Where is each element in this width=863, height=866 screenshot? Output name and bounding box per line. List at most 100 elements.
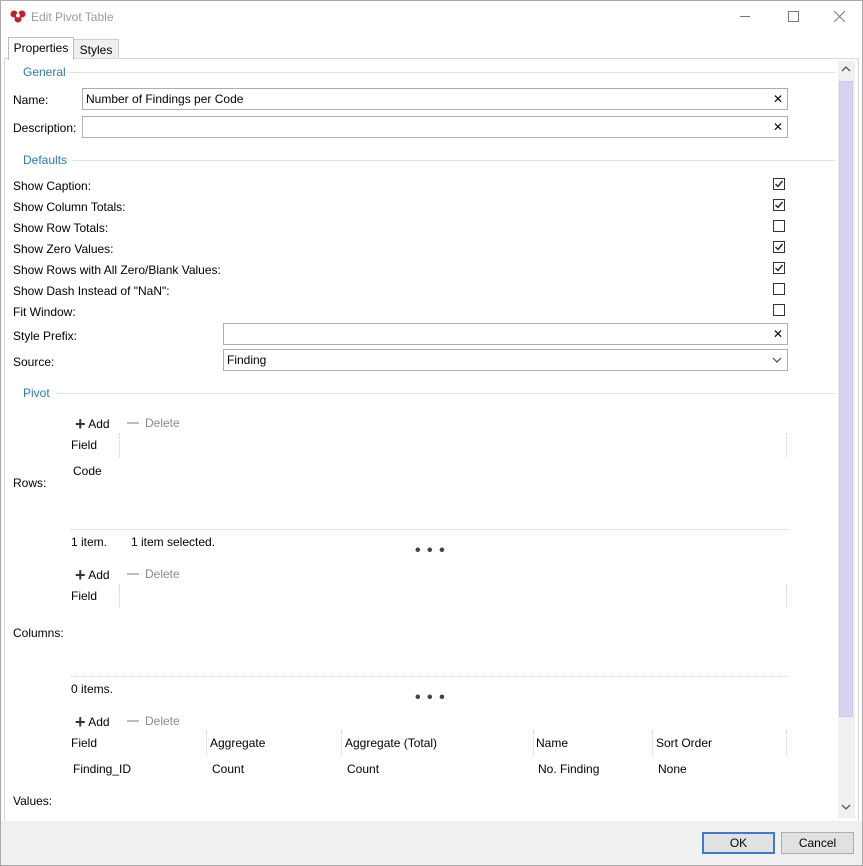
columns-more-icon[interactable]: • • • [415, 689, 446, 707]
values-add-button[interactable]: + Add [75, 712, 110, 733]
values-label: Values: [13, 794, 53, 808]
maximize-icon [787, 11, 799, 22]
rows-item-code[interactable]: Code [73, 464, 102, 478]
close-icon [833, 11, 845, 22]
dialog-window: Edit Pivot Table Properties Styles Gener… [0, 0, 863, 866]
values-header-separator [341, 731, 342, 755]
columns-header-separator [119, 584, 120, 608]
name-label: Name: [13, 93, 49, 107]
description-label: Description: [13, 121, 77, 135]
source-label: Source: [13, 355, 55, 369]
name-input[interactable]: Number of Findings per Code ✕ [82, 88, 788, 110]
show-column-totals-checkbox[interactable] [773, 199, 785, 211]
rows-delete-label: Delete [145, 416, 180, 430]
columns-label: Columns: [13, 626, 64, 640]
minus-icon [127, 720, 139, 722]
show-dash-nan-label: Show Dash Instead of "NaN": [13, 284, 170, 298]
rows-status-selected: 1 item selected. [131, 535, 216, 549]
values-header-aggregate-total: Aggregate (Total) [345, 736, 438, 750]
check-icon [775, 264, 784, 272]
fit-window-checkbox[interactable] [773, 304, 785, 316]
values-add-label: Add [88, 715, 110, 729]
scrollbar-thumb[interactable] [839, 81, 853, 717]
show-dash-nan-checkbox[interactable] [773, 283, 785, 295]
general-section-title: General [23, 65, 66, 79]
close-button[interactable] [816, 1, 862, 32]
show-rows-all-zero-checkbox[interactable] [773, 262, 785, 274]
description-input[interactable]: ✕ [82, 116, 788, 138]
defaults-section-title: Defaults [23, 153, 68, 167]
values-cell-aggregate-total: Count [347, 762, 380, 776]
rows-add-label: Add [88, 417, 110, 431]
title-bar[interactable]: Edit Pivot Table [1, 1, 862, 32]
name-input-value: Number of Findings per Code [86, 92, 244, 106]
columns-add-button[interactable]: + Add [75, 565, 110, 586]
tab-styles[interactable]: Styles [73, 39, 119, 60]
ok-button[interactable]: OK [702, 832, 775, 854]
ok-button-label: OK [729, 836, 748, 850]
rows-delete-button[interactable]: Delete [127, 416, 180, 430]
description-clear-icon[interactable]: ✕ [773, 117, 783, 137]
tab-styles-label: Styles [79, 43, 113, 57]
name-clear-icon[interactable]: ✕ [773, 89, 783, 109]
cancel-button-label: Cancel [798, 836, 837, 850]
properties-panel [4, 58, 859, 822]
minimize-button[interactable] [722, 1, 768, 32]
values-header-sort-order: Sort Order [656, 736, 713, 750]
rows-status-count: 1 item. [71, 535, 108, 549]
tab-properties-label: Properties [13, 41, 69, 55]
plus-icon: + [75, 414, 86, 434]
show-rows-all-zero-label: Show Rows with All Zero/Blank Values: [13, 263, 221, 277]
general-divider [69, 72, 835, 73]
check-icon [775, 243, 784, 251]
values-delete-button[interactable]: Delete [127, 714, 180, 728]
fit-window-label: Fit Window: [13, 305, 76, 319]
rows-header-end [786, 433, 787, 457]
rows-header-separator [119, 433, 120, 457]
rows-list-bottom [71, 529, 787, 530]
pivot-divider [57, 393, 835, 394]
columns-status-count: 0 items. [71, 682, 114, 696]
minimize-icon [740, 16, 750, 17]
style-prefix-clear-icon[interactable]: ✕ [773, 324, 783, 344]
pivot-section-title: Pivot [23, 386, 50, 400]
values-header-name: Name [536, 736, 569, 750]
check-icon [775, 180, 784, 188]
source-select[interactable]: Finding [223, 349, 788, 371]
show-row-totals-checkbox[interactable] [773, 220, 785, 232]
columns-field-header: Field [71, 589, 98, 603]
show-zero-values-checkbox[interactable] [773, 241, 785, 253]
style-prefix-input[interactable]: ✕ [223, 323, 788, 345]
values-cell-field: Finding_ID [73, 762, 132, 776]
columns-add-label: Add [88, 568, 110, 582]
values-cell-sort-order: None [658, 762, 687, 776]
values-delete-label: Delete [145, 714, 180, 728]
plus-icon: + [75, 712, 86, 732]
minus-icon [127, 422, 139, 424]
scroll-up-icon[interactable] [841, 65, 851, 73]
source-select-value: Finding [227, 353, 267, 367]
columns-delete-button[interactable]: Delete [127, 567, 180, 581]
tab-properties[interactable]: Properties [8, 37, 74, 60]
rows-more-icon[interactable]: • • • [415, 542, 446, 560]
window-title: Edit Pivot Table [31, 10, 114, 24]
app-logo-icon [10, 10, 26, 23]
show-caption-checkbox[interactable] [773, 178, 785, 190]
columns-delete-label: Delete [145, 567, 180, 581]
values-header-separator [206, 731, 207, 755]
minus-icon [127, 573, 139, 575]
rows-label: Rows: [13, 476, 47, 490]
show-caption-label: Show Caption: [13, 179, 92, 193]
maximize-button[interactable] [770, 1, 816, 32]
chevron-down-icon [772, 357, 782, 363]
show-row-totals-label: Show Row Totals: [13, 221, 109, 235]
cancel-button[interactable]: Cancel [781, 832, 854, 854]
values-header-end [786, 731, 787, 755]
values-header-aggregate: Aggregate [210, 736, 266, 750]
scroll-down-icon[interactable] [841, 803, 851, 811]
plus-icon: + [75, 565, 86, 585]
style-prefix-label: Style Prefix: [13, 329, 78, 343]
check-icon [775, 201, 784, 209]
rows-add-button[interactable]: + Add [75, 414, 110, 435]
values-cell-aggregate: Count [212, 762, 245, 776]
